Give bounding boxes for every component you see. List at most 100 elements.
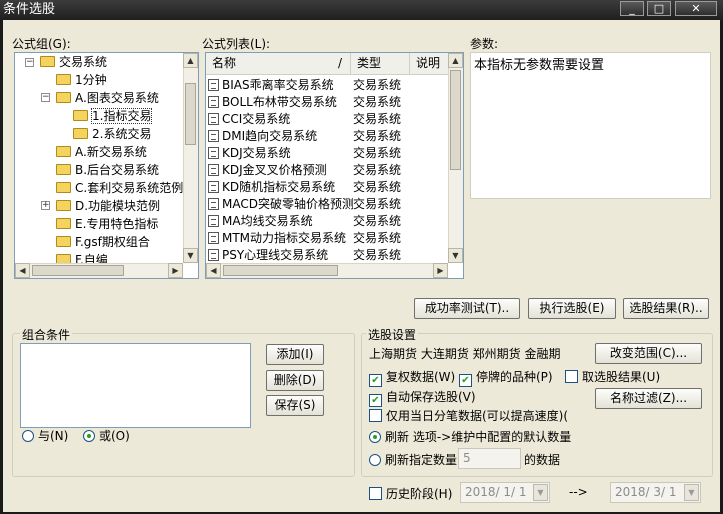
tree-item-indicator-trading[interactable]: 1.指标交易 — [73, 107, 153, 125]
suspended-checkbox[interactable]: ✔ 停牌的品种(P) — [459, 368, 553, 387]
tree-item-backend-trading[interactable]: B.后台交易系统 — [56, 161, 159, 179]
combo-label: 组合条件 — [20, 326, 73, 343]
column-header-desc[interactable]: 说明 — [410, 53, 450, 75]
scroll-up-icon[interactable]: ▲ — [183, 53, 198, 68]
formula-icon — [208, 215, 219, 227]
groups-tree[interactable]: − 交易系统 1分钟 − A.图表交易系统 1.指标交易 2.系统交易 A.新交… — [14, 52, 199, 279]
formula-row[interactable]: PSY心理线交易系统 交易系统 — [208, 247, 448, 264]
formula-row[interactable]: BOLL布林带交易系统 交易系统 — [208, 94, 448, 111]
radio-selected-icon — [83, 430, 95, 442]
formula-horizontal-scrollbar[interactable]: ◀ ▶ — [206, 263, 448, 278]
tree-item-function-modules[interactable]: D.功能模块范例 — [56, 197, 160, 215]
formula-type: 交易系统 — [353, 78, 402, 92]
formula-name: BIAS乖离率交易系统 — [222, 78, 334, 92]
groups-horizontal-scrollbar[interactable]: ◀ ▶ — [15, 263, 183, 278]
scroll-thumb[interactable] — [450, 70, 461, 170]
tree-item-system-trading[interactable]: 2.系统交易 — [73, 125, 151, 143]
settings-label: 选股设置 — [366, 326, 419, 343]
run-screening-button[interactable]: 执行选股(E) — [528, 298, 616, 319]
combo-list[interactable] — [20, 343, 251, 428]
tree-item-chart-trading[interactable]: A.图表交易系统 — [56, 89, 159, 107]
folder-icon — [56, 164, 71, 175]
formula-type: 交易系统 — [353, 129, 402, 143]
tree-item-custom[interactable]: F.自编 — [56, 251, 108, 263]
scroll-left-icon[interactable]: ◀ — [206, 263, 221, 278]
formula-row[interactable]: MTM动力指标交易系统 交易系统 — [208, 230, 448, 247]
delete-condition-button[interactable]: 删除(D) — [266, 370, 324, 391]
change-range-button[interactable]: 改变范围(C)... — [595, 343, 702, 364]
minimize-button[interactable]: _ — [620, 1, 644, 16]
auto-save-checkbox[interactable]: ✔ 自动保存选股(V) — [369, 388, 476, 407]
params-label: 参数: — [470, 37, 499, 51]
formula-row[interactable]: KDJ金叉叉价格预测 交易系统 — [208, 162, 448, 179]
column-header-name[interactable]: 名称 / — [206, 53, 351, 75]
formula-vertical-scrollbar[interactable]: ▲ ▼ — [448, 53, 463, 263]
tree-expander[interactable]: − — [25, 58, 34, 67]
refresh-count-input[interactable]: 5 — [458, 448, 521, 469]
take-result-checkbox[interactable]: 取选股结果(U) — [565, 368, 660, 385]
add-condition-button[interactable]: 添加(I) — [266, 344, 324, 365]
date-range-arrow: --> — [569, 485, 588, 499]
formula-row[interactable]: MA均线交易系统 交易系统 — [208, 213, 448, 230]
end-date-picker[interactable]: 2018/ 3/ 1 ▼ — [610, 482, 701, 503]
or-radio[interactable]: 或(O) — [83, 427, 130, 444]
formula-name: MTM动力指标交易系统 — [222, 231, 347, 245]
scroll-left-icon[interactable]: ◀ — [15, 263, 30, 278]
save-condition-button[interactable]: 保存(S) — [266, 395, 324, 416]
column-header-type[interactable]: 类型 — [351, 53, 410, 75]
dropdown-arrow-icon[interactable]: ▼ — [684, 484, 699, 501]
params-text: 本指标无参数需要设置 — [474, 58, 605, 73]
formula-type: 交易系统 — [353, 231, 402, 245]
refresh-count-radio[interactable]: 刷新指定数量 — [369, 451, 457, 468]
scroll-thumb[interactable] — [223, 265, 338, 276]
radio-icon — [22, 430, 34, 442]
formula-row[interactable]: DMI趋向交易系统 交易系统 — [208, 128, 448, 145]
scroll-right-icon[interactable]: ▶ — [433, 263, 448, 278]
scroll-down-icon[interactable]: ▼ — [183, 248, 198, 263]
folder-icon — [56, 218, 71, 229]
scroll-right-icon[interactable]: ▶ — [168, 263, 183, 278]
formula-row[interactable]: MACD突破零轴价格预测交易系统 — [208, 196, 448, 213]
scroll-down-icon[interactable]: ▼ — [448, 248, 463, 263]
tree-item-new-trading[interactable]: A.新交易系统 — [56, 143, 147, 161]
and-radio[interactable]: 与(N) — [22, 427, 68, 444]
folder-icon — [56, 74, 71, 85]
refresh-default-radio[interactable]: 刷新 选项->维护中配置的默认数量 — [369, 428, 571, 445]
tree-expander[interactable]: − — [41, 93, 50, 102]
formula-row[interactable]: KD随机指标交易系统 交易系统 — [208, 179, 448, 196]
dropdown-arrow-icon[interactable]: ▼ — [533, 484, 548, 501]
tree-item-1min[interactable]: 1分钟 — [56, 71, 107, 89]
formula-name: KDJ金叉叉价格预测 — [222, 163, 327, 177]
tree-item-trading-system[interactable]: 交易系统 — [40, 53, 107, 71]
params-box: 本指标无参数需要设置 — [470, 52, 711, 199]
close-button[interactable]: ✕ — [675, 1, 717, 16]
name-filter-button[interactable]: 名称过滤(Z)... — [595, 388, 702, 409]
maximize-button[interactable]: □ — [647, 1, 671, 16]
tree-item-arbitrage[interactable]: C.套利交易系统范例 — [56, 179, 183, 197]
formula-name: KDJ交易系统 — [222, 146, 291, 160]
history-checkbox[interactable]: 历史阶段(H) — [369, 485, 452, 502]
formula-row[interactable]: CCI交易系统 交易系统 — [208, 111, 448, 128]
formula-name: PSY心理线交易系统 — [222, 248, 329, 262]
formula-row[interactable]: KDJ交易系统 交易系统 — [208, 145, 448, 162]
tree-expander[interactable]: + — [41, 201, 50, 210]
folder-icon — [56, 182, 71, 193]
start-date-picker[interactable]: 2018/ 1/ 1 ▼ — [460, 482, 550, 503]
fuquan-checkbox[interactable]: ✔ 复权数据(W) — [369, 368, 455, 387]
checkbox-checked-icon: ✔ — [369, 374, 382, 387]
tree-item-options-combo[interactable]: F.gsf期权组合 — [56, 233, 150, 251]
market-range-text: 上海期货 大连期货 郑州期货 金融期 — [369, 347, 561, 361]
scroll-thumb[interactable] — [32, 265, 124, 276]
radio-icon — [369, 454, 381, 466]
tree-item-special-indicators[interactable]: E.专用特色指标 — [56, 215, 158, 233]
intraday-only-checkbox[interactable]: 仅用当日分笔数据(可以提高速度)( — [369, 407, 568, 424]
scroll-thumb[interactable] — [185, 83, 196, 145]
formula-icon — [208, 147, 219, 159]
formula-row[interactable]: BIAS乖离率交易系统 交易系统 — [208, 77, 448, 94]
formula-list[interactable]: 名称 / 类型 说明 BIAS乖离率交易系统 交易系统 BOLL布林带交易系统 交易系… — [205, 52, 464, 279]
success-rate-test-button[interactable]: 成功率测试(T).. — [414, 298, 520, 319]
screening-results-button[interactable]: 选股结果(R).. — [623, 298, 709, 319]
checkbox-icon — [369, 487, 382, 500]
groups-vertical-scrollbar[interactable]: ▲ ▼ — [183, 53, 198, 263]
scroll-up-icon[interactable]: ▲ — [448, 53, 463, 68]
